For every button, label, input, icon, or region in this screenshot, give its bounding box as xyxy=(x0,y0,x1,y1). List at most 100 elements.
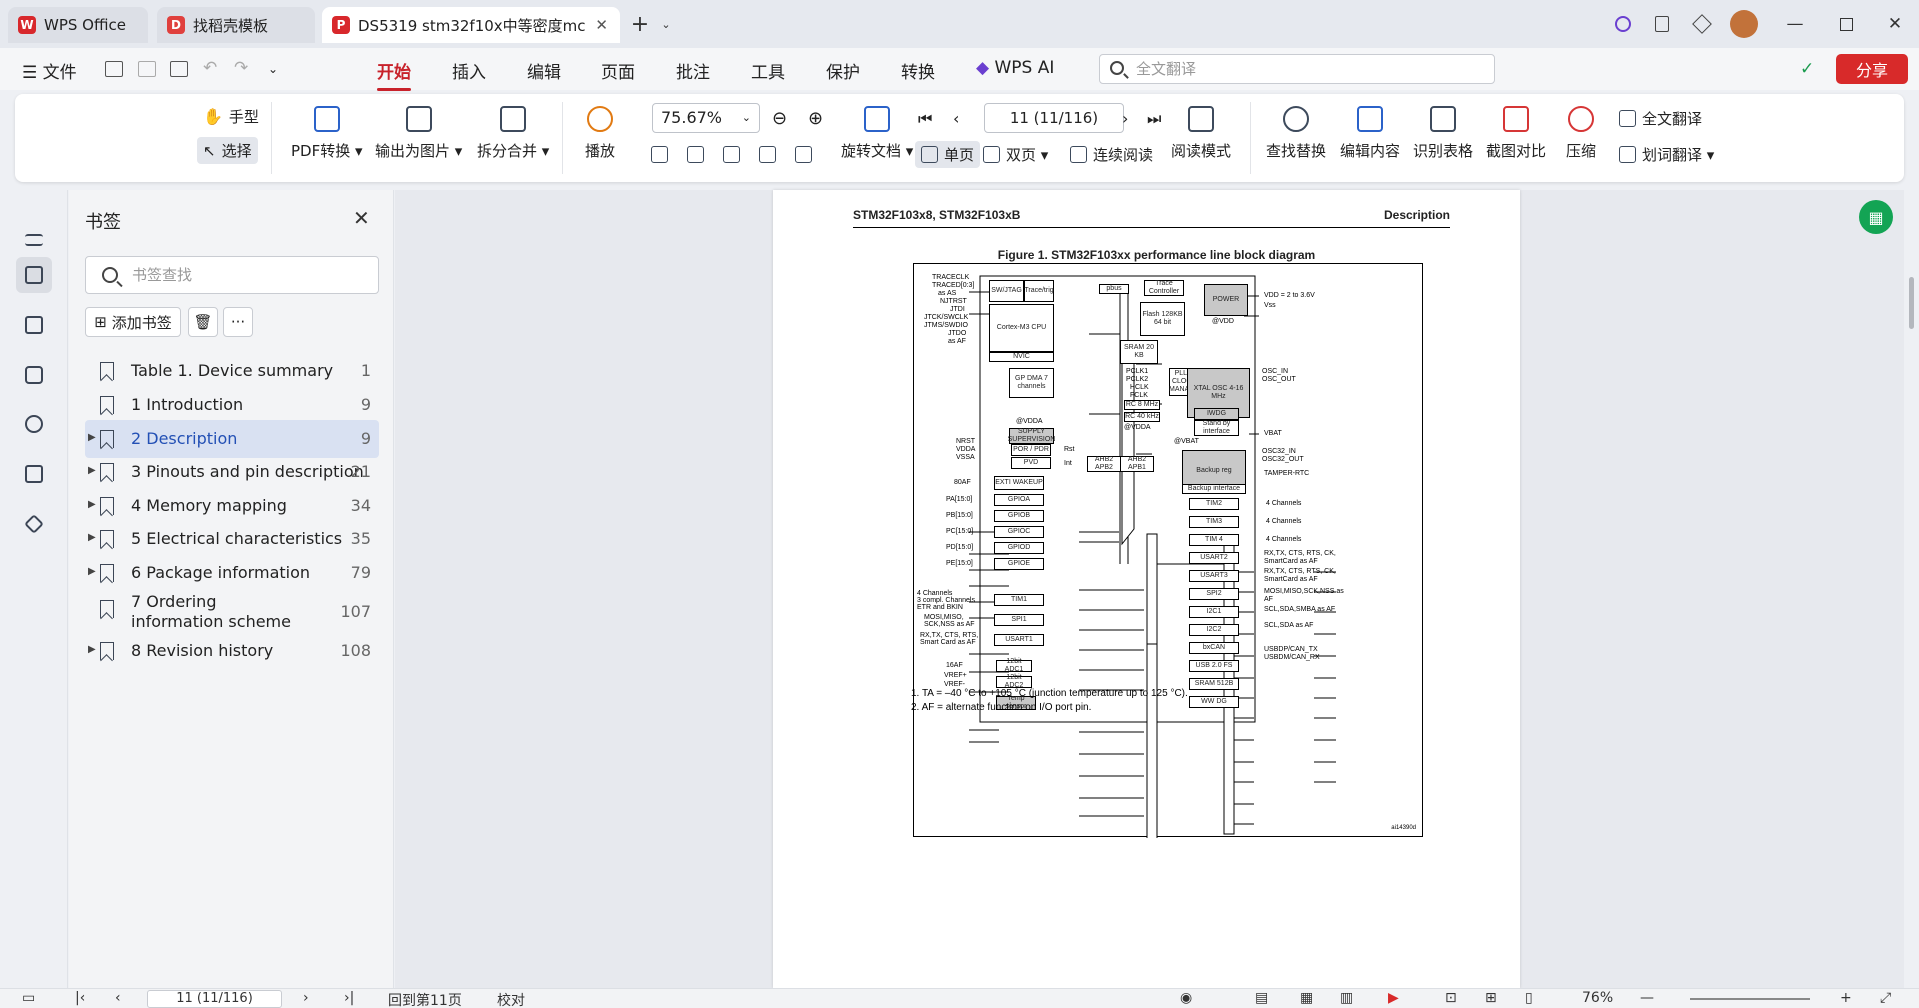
screenshot-compare-button[interactable]: 截图对比 xyxy=(1486,106,1546,161)
undo-icon[interactable]: ↶ xyxy=(203,58,217,78)
menu-item-start[interactable]: 开始 xyxy=(377,58,411,91)
document-viewer[interactable]: STM32F103x8, STM32F103xB Description Fig… xyxy=(395,190,1904,988)
outline-icon[interactable] xyxy=(16,222,52,258)
bookmark-item[interactable]: 1 Introduction 9 xyxy=(85,386,379,424)
actual-size-icon[interactable]: ▯ xyxy=(1525,990,1533,1006)
translate-search-input[interactable]: 全文翻译 xyxy=(1099,54,1495,84)
zoom-out-icon[interactable]: ⊖ xyxy=(772,108,787,129)
reading-mode-button[interactable]: 阅读模式 xyxy=(1171,106,1231,161)
menu-item-tools[interactable]: 工具 xyxy=(751,58,785,83)
double-page-button[interactable]: 双页 ▾ xyxy=(983,144,1048,165)
page-number-input[interactable]: 11 (11/116) xyxy=(984,103,1124,133)
recognize-table-button[interactable]: 识别表格 xyxy=(1413,106,1473,161)
expand-arrow-icon[interactable]: ▶ xyxy=(88,432,96,443)
rotate-right-icon[interactable] xyxy=(795,146,818,163)
open-folder-icon[interactable] xyxy=(105,61,123,77)
pdf-convert-button[interactable]: PDF转换 ▾ xyxy=(291,106,363,161)
avatar[interactable] xyxy=(1730,10,1758,38)
fit-page-icon[interactable] xyxy=(687,146,710,163)
spreadsheet-float-icon[interactable]: ▦ xyxy=(1859,200,1893,234)
bookmark-item[interactable]: ▶ 3 Pinouts and pin description 21 xyxy=(85,453,379,491)
prev-page-icon[interactable]: ‹ xyxy=(115,990,121,1006)
status-page-input[interactable]: 11 (11/116) xyxy=(147,990,282,1008)
menu-item-insert[interactable]: 插入 xyxy=(452,58,486,83)
fullscreen-icon[interactable]: ⤢ xyxy=(1880,990,1891,1006)
file-menu[interactable]: ☰ 文件 xyxy=(22,58,77,83)
bookmark-item[interactable]: Table 1. Device summary 1 xyxy=(85,352,379,390)
zoom-level[interactable]: 76% xyxy=(1582,990,1613,1006)
redo-icon[interactable]: ↷ xyxy=(234,58,248,78)
close-tab-icon[interactable]: ✕ xyxy=(595,16,608,34)
edit-content-button[interactable]: 编辑内容 xyxy=(1340,106,1400,161)
bookmark-item[interactable]: ▶ 8 Revision history 108 xyxy=(85,632,379,670)
signature-icon[interactable] xyxy=(16,456,52,492)
expand-arrow-icon[interactable]: ▶ xyxy=(88,644,96,655)
sidebar-toggle-icon[interactable]: ▭ xyxy=(22,990,35,1006)
assistant-icon[interactable] xyxy=(1611,12,1635,36)
eye-icon[interactable]: ◉ xyxy=(1180,990,1192,1006)
layers-icon[interactable] xyxy=(16,506,52,542)
close-panel-icon[interactable]: ✕ xyxy=(353,206,370,230)
expand-arrow-icon[interactable]: ▶ xyxy=(88,499,96,510)
find-replace-button[interactable]: 查找替换 xyxy=(1266,106,1326,161)
save-icon[interactable] xyxy=(138,61,156,77)
export-image-button[interactable]: 输出为图片 ▾ xyxy=(375,106,462,161)
cube-icon[interactable] xyxy=(1690,12,1714,36)
share-button[interactable]: 分享 xyxy=(1836,54,1908,84)
layout-page-icon[interactable]: ▦ xyxy=(1300,990,1313,1006)
bookmark-panel-icon[interactable] xyxy=(16,257,52,293)
comment-icon[interactable] xyxy=(16,357,52,393)
fit-width-icon[interactable]: ⊡ xyxy=(1445,990,1457,1006)
last-page-icon[interactable]: ›| xyxy=(344,990,354,1006)
tab-wps-office[interactable]: W WPS Office xyxy=(8,7,148,43)
single-page-button[interactable]: 单页 xyxy=(915,141,981,168)
play-icon[interactable]: ▶ xyxy=(1388,990,1399,1006)
first-page-icon[interactable]: |‹ xyxy=(75,990,85,1006)
play-button[interactable]: 播放 xyxy=(585,106,615,161)
quick-access-chevron-icon[interactable]: ⌄ xyxy=(268,62,278,76)
zoom-in-icon[interactable]: ⊕ xyxy=(808,108,823,129)
fit-page-icon[interactable]: ⊞ xyxy=(1485,990,1497,1006)
scroll-thumb[interactable] xyxy=(1909,277,1914,329)
proofread-button[interactable]: 校对 xyxy=(497,990,525,1008)
compress-button[interactable]: 压缩 xyxy=(1566,106,1596,161)
restore-icon[interactable] xyxy=(1834,12,1858,36)
bookmark-item[interactable]: ▶ 6 Package information 79 xyxy=(85,554,379,592)
menu-item-annotate[interactable]: 批注 xyxy=(676,58,710,83)
next-page-icon[interactable]: › xyxy=(303,990,309,1006)
expand-arrow-icon[interactable]: ▶ xyxy=(88,532,96,543)
more-options-icon[interactable]: ··· xyxy=(223,307,253,337)
zoom-slider[interactable] xyxy=(1690,998,1810,1000)
split-merge-button[interactable]: 拆分合并 ▾ xyxy=(477,106,549,161)
hand-tool-button[interactable]: ✋ 手型 xyxy=(203,106,259,127)
window-layout-icon[interactable] xyxy=(1650,12,1674,36)
double-page-view-icon[interactable]: ▥ xyxy=(1340,990,1353,1006)
rotate-doc-button[interactable]: 旋转文档 ▾ xyxy=(841,106,913,161)
attachment-icon[interactable] xyxy=(16,406,52,442)
menu-item-protect[interactable]: 保护 xyxy=(826,58,860,83)
zoom-out-icon[interactable]: — xyxy=(1640,990,1654,1006)
menu-item-convert[interactable]: 转换 xyxy=(901,58,935,83)
delete-bookmark-icon[interactable]: 🗑 xyxy=(188,307,218,337)
sync-check-icon[interactable]: ✓ xyxy=(1800,59,1814,79)
zoom-in-icon[interactable]: + xyxy=(1840,990,1852,1006)
menu-item-page[interactable]: 页面 xyxy=(601,58,635,83)
full-translate-button[interactable]: 全文翻译 xyxy=(1619,108,1702,129)
add-bookmark-button[interactable]: ⊞ 添加书签 xyxy=(85,307,181,337)
single-page-view-icon[interactable]: ▤ xyxy=(1255,990,1268,1006)
select-tool-button[interactable]: ↖ 选择 xyxy=(197,137,258,164)
word-translate-button[interactable]: 划词翻译 ▾ xyxy=(1619,144,1714,165)
first-page-icon[interactable]: ⏮ xyxy=(918,109,932,129)
rotate-left-icon[interactable] xyxy=(759,146,782,163)
actual-size-icon[interactable] xyxy=(651,146,674,163)
close-window-icon[interactable]: ✕ xyxy=(1883,12,1907,36)
expand-arrow-icon[interactable]: ▶ xyxy=(88,465,96,476)
wps-ai-button[interactable]: ◆ WPS AI xyxy=(976,58,1054,78)
tab-list-chevron-icon[interactable]: ⌄ xyxy=(654,12,678,36)
vertical-scrollbar[interactable] xyxy=(1906,185,1919,988)
bookmark-search-input[interactable]: 书签查找 xyxy=(85,256,379,294)
new-tab-button[interactable]: + xyxy=(628,12,652,37)
last-page-icon[interactable]: ⏭ xyxy=(1147,109,1161,129)
expand-arrow-icon[interactable]: ▶ xyxy=(88,566,96,577)
continuous-read-button[interactable]: 连续阅读 xyxy=(1070,144,1153,165)
